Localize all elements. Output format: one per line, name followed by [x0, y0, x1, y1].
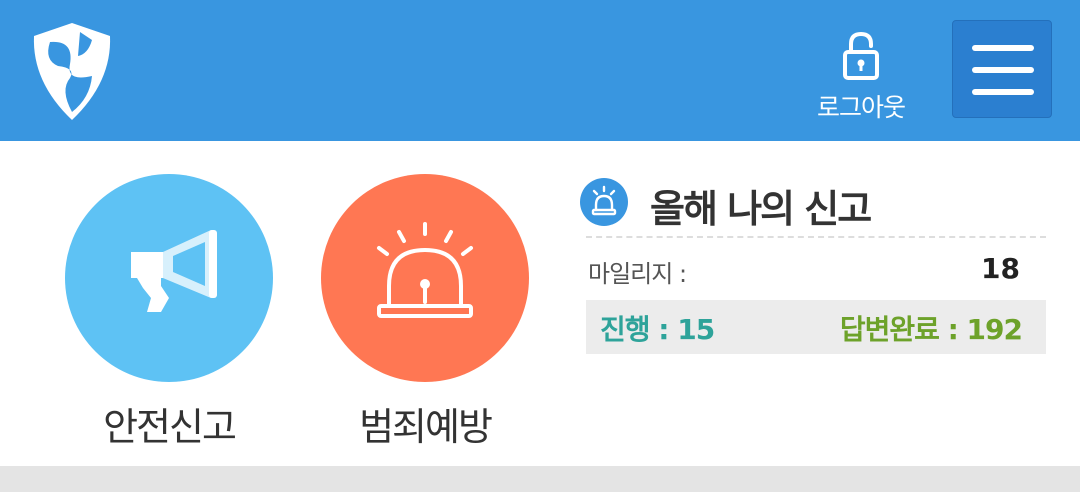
crime-prevention-circle[interactable]	[321, 174, 529, 382]
panel-header: 올해 나의 신고	[580, 176, 1048, 232]
crime-prevention-tile[interactable]: 범죄예방	[320, 174, 530, 451]
in-progress-count[interactable]: 진행 : 15	[600, 308, 715, 348]
hamburger-menu-icon	[972, 45, 1034, 51]
panel-title: 올해 나의 신고	[650, 187, 872, 231]
divider	[586, 236, 1046, 238]
siren-small-icon	[591, 185, 617, 216]
safety-report-label: 안전신고	[103, 405, 237, 449]
siren-icon	[377, 222, 473, 318]
logout-label: 로그아웃	[816, 93, 906, 122]
mileage-row: 마일리지 : 18	[586, 250, 1046, 288]
report-status-row: 진행 : 15 답변완료 : 192	[586, 300, 1046, 354]
shield-logo-icon[interactable]	[30, 20, 114, 124]
safety-report-circle[interactable]	[65, 174, 273, 382]
mileage-label: 마일리지 :	[588, 260, 687, 288]
siren-icon	[580, 178, 628, 226]
hamburger-menu-icon-bar-3	[972, 89, 1034, 95]
my-reports-panel: 올해 나의 신고	[580, 176, 1048, 232]
app-header: 로그아웃	[0, 0, 1080, 141]
safety-report-tile[interactable]: 안전신고	[64, 174, 274, 451]
megaphone-icon	[131, 230, 217, 312]
logout-button[interactable]: 로그아웃	[806, 30, 916, 126]
mileage-value: 18	[981, 252, 1020, 285]
hamburger-menu-button[interactable]	[952, 20, 1052, 118]
hamburger-menu-icon-bar-2	[972, 67, 1034, 73]
bottom-separator	[0, 466, 1080, 492]
crime-prevention-label: 범죄예방	[359, 405, 493, 449]
lock-open-icon	[843, 31, 879, 80]
completed-count[interactable]: 답변완료 : 192	[840, 308, 1023, 348]
